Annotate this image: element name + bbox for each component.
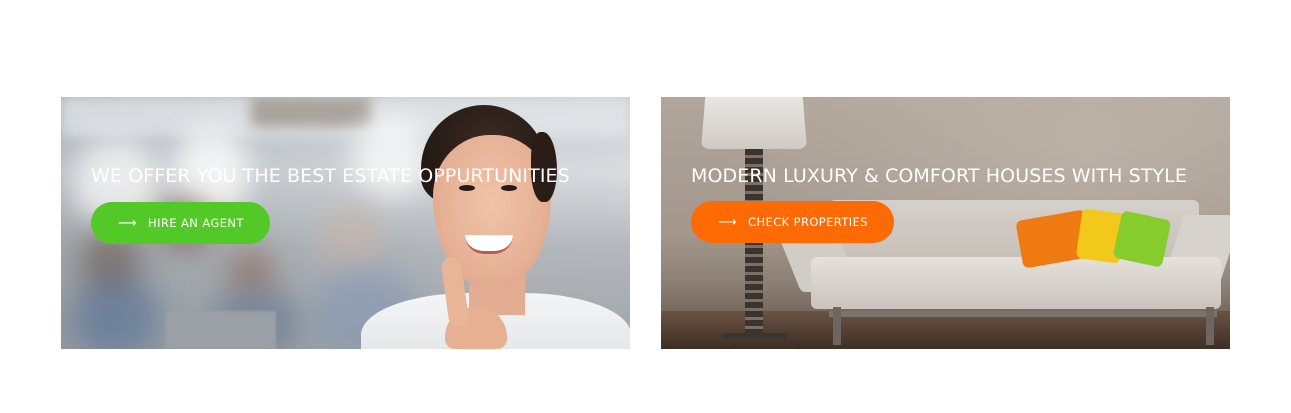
check-properties-button[interactable]: ⟶ CHECK PROPERTIES <box>691 201 894 243</box>
promo-banner-houses: MODERN LUXURY & COMFORT HOUSES WITH STYL… <box>661 97 1230 349</box>
hire-an-agent-button[interactable]: ⟶ HIRE AN AGENT <box>91 202 270 244</box>
button-label: HIRE AN AGENT <box>148 216 244 230</box>
banner-content: WE OFFER YOU THE BEST ESTATE OPPURTUNITI… <box>91 158 600 244</box>
banner-title: MODERN LUXURY & COMFORT HOUSES WITH STYL… <box>691 165 1187 187</box>
arrow-right-icon: ⟶ <box>718 214 738 230</box>
arrow-right-icon: ⟶ <box>118 215 138 231</box>
promo-banner-agent: WE OFFER YOU THE BEST ESTATE OPPURTUNITI… <box>61 97 630 349</box>
banner-content: MODERN LUXURY & COMFORT HOUSES WITH STYL… <box>691 158 1200 243</box>
button-label: CHECK PROPERTIES <box>748 215 868 229</box>
banner-title: WE OFFER YOU THE BEST ESTATE OPPURTUNITI… <box>91 165 570 187</box>
